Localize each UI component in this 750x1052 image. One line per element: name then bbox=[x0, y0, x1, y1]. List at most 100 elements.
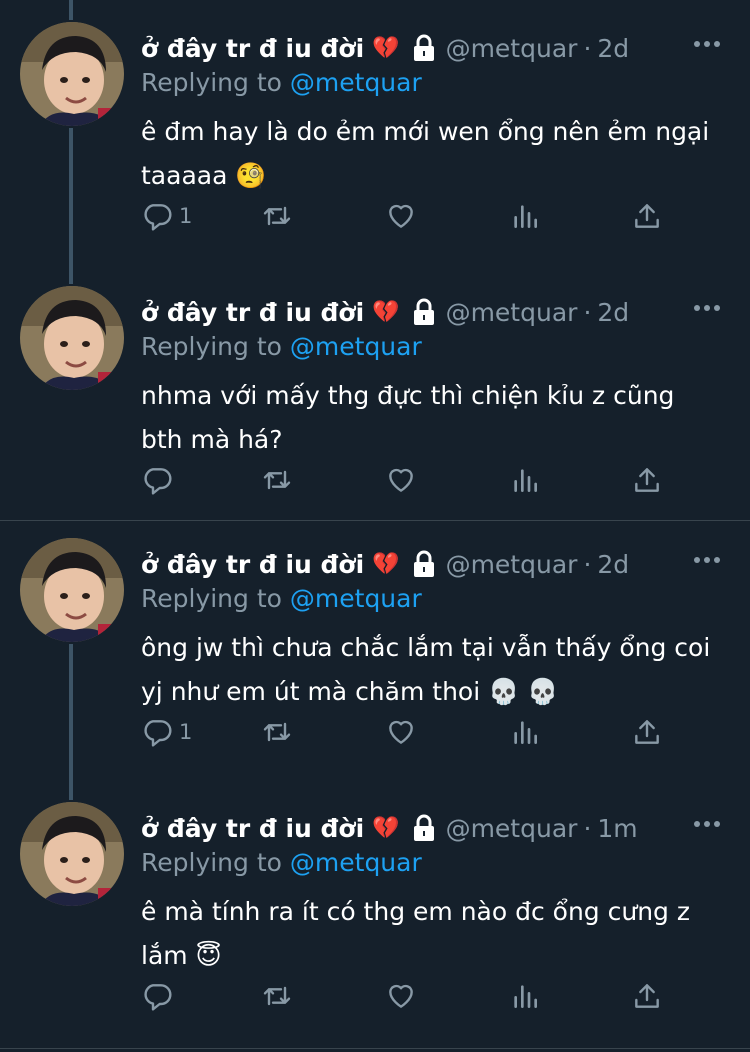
more-options-icon[interactable] bbox=[692, 550, 722, 570]
avatar-image bbox=[20, 286, 124, 390]
tweet-header: ở đây tr đ iu đời 💔 @metquar · 1m bbox=[141, 810, 638, 846]
username[interactable]: @metquar bbox=[446, 814, 578, 843]
retweet-icon bbox=[263, 722, 291, 742]
analytics-button[interactable] bbox=[509, 976, 541, 1016]
like-button[interactable] bbox=[385, 712, 417, 752]
action-bar bbox=[141, 976, 681, 1016]
analytics-button[interactable] bbox=[509, 196, 541, 236]
display-name[interactable]: ở đây tr đ iu đời bbox=[141, 550, 364, 579]
display-name[interactable]: ở đây tr đ iu đời bbox=[141, 34, 364, 63]
more-options-icon[interactable] bbox=[692, 814, 722, 834]
like-button[interactable] bbox=[385, 196, 417, 236]
broken-heart-emoji: 💔 bbox=[372, 551, 400, 577]
retweet-button[interactable] bbox=[261, 196, 293, 236]
analytics-icon bbox=[514, 469, 537, 492]
analytics-icon bbox=[514, 205, 537, 228]
reply-button[interactable] bbox=[141, 976, 179, 1016]
retweet-button[interactable] bbox=[261, 976, 293, 1016]
separator: · bbox=[583, 549, 592, 579]
separator: · bbox=[583, 297, 592, 327]
tweet-header: ở đây tr đ iu đời 💔 @metquar · 2d bbox=[141, 30, 629, 66]
analytics-button[interactable] bbox=[509, 712, 541, 752]
share-icon bbox=[635, 204, 659, 228]
tweet-text: ê mà tính ra ít có thg em nào đc ổng cưn… bbox=[141, 897, 690, 970]
broken-heart-emoji: 💔 bbox=[372, 815, 400, 841]
lock-icon bbox=[412, 34, 436, 62]
avatar[interactable] bbox=[20, 22, 124, 126]
avatar[interactable] bbox=[20, 538, 124, 642]
reply-button[interactable]: 1 bbox=[141, 712, 192, 752]
retweet-icon bbox=[263, 470, 291, 490]
analytics-icon bbox=[514, 721, 537, 744]
timestamp[interactable]: 2d bbox=[597, 34, 629, 63]
replying-to: Replying to @metquar bbox=[141, 584, 422, 613]
tweet-header: ở đây tr đ iu đời 💔 @metquar · 2d bbox=[141, 294, 629, 330]
avatar[interactable] bbox=[20, 286, 124, 390]
tweet-header: ở đây tr đ iu đời 💔 @metquar · 2d bbox=[141, 546, 629, 582]
avatar-image bbox=[20, 802, 124, 906]
replying-to-label: Replying to bbox=[141, 332, 282, 361]
replying-to-label: Replying to bbox=[141, 68, 282, 97]
avatar[interactable] bbox=[20, 802, 124, 906]
replying-to-label: Replying to bbox=[141, 848, 282, 877]
retweet-button[interactable] bbox=[261, 460, 293, 500]
username[interactable]: @metquar bbox=[446, 298, 578, 327]
action-bar bbox=[141, 460, 681, 500]
reply-icon bbox=[144, 204, 172, 231]
heart-icon bbox=[389, 468, 413, 492]
replying-to: Replying to @metquar bbox=[141, 332, 422, 361]
timestamp[interactable]: 2d bbox=[597, 298, 629, 327]
action-bar: 1 bbox=[141, 712, 681, 752]
reply-count: 1 bbox=[179, 204, 193, 228]
mention-link[interactable]: @metquar bbox=[290, 68, 422, 97]
timestamp[interactable]: 1m bbox=[597, 814, 637, 843]
retweet-icon bbox=[263, 206, 291, 226]
reply-button[interactable] bbox=[141, 460, 179, 500]
heart-icon bbox=[389, 984, 413, 1008]
replying-to: Replying to @metquar bbox=[141, 68, 422, 97]
reply-icon bbox=[144, 468, 172, 495]
share-button[interactable] bbox=[631, 196, 663, 236]
heart-icon bbox=[389, 720, 413, 744]
display-name[interactable]: ở đây tr đ iu đời bbox=[141, 814, 364, 843]
mention-link[interactable]: @metquar bbox=[290, 332, 422, 361]
share-button[interactable] bbox=[631, 712, 663, 752]
analytics-icon bbox=[514, 985, 537, 1008]
retweet-icon bbox=[263, 986, 291, 1006]
more-options-icon[interactable] bbox=[692, 34, 722, 54]
separator: · bbox=[583, 33, 592, 63]
display-name[interactable]: ở đây tr đ iu đời bbox=[141, 298, 364, 327]
more-options-icon[interactable] bbox=[692, 298, 722, 318]
username[interactable]: @metquar bbox=[446, 550, 578, 579]
tweet-text: ê đm hay là do ẻm mới wen ổng nên ẻm ngạ… bbox=[141, 117, 710, 190]
broken-heart-emoji: 💔 bbox=[372, 299, 400, 325]
tweet[interactable]: ở đây tr đ iu đời 💔 @metquar · 2d Replyi… bbox=[0, 0, 750, 264]
mention-link[interactable]: @metquar bbox=[290, 584, 422, 613]
share-icon bbox=[635, 720, 659, 744]
analytics-button[interactable] bbox=[509, 460, 541, 500]
divider bbox=[0, 1048, 750, 1049]
share-button[interactable] bbox=[631, 460, 663, 500]
like-button[interactable] bbox=[385, 976, 417, 1016]
tweet[interactable]: ở đây tr đ iu đời 💔 @metquar · 2d Replyi… bbox=[0, 516, 750, 780]
like-button[interactable] bbox=[385, 460, 417, 500]
mention-link[interactable]: @metquar bbox=[290, 848, 422, 877]
avatar-image bbox=[20, 22, 124, 126]
retweet-button[interactable] bbox=[261, 712, 293, 752]
lock-icon bbox=[412, 550, 436, 578]
reply-icon bbox=[144, 984, 172, 1011]
avatar-image bbox=[20, 538, 124, 642]
reply-button[interactable]: 1 bbox=[141, 196, 192, 236]
tweet-text: nhma với mấy thg đực thì chiện kỉu z cũn… bbox=[141, 381, 675, 454]
share-button[interactable] bbox=[631, 976, 663, 1016]
tweet[interactable]: ở đây tr đ iu đời 💔 @metquar · 2d Replyi… bbox=[0, 264, 750, 520]
replying-to-label: Replying to bbox=[141, 584, 282, 613]
timestamp[interactable]: 2d bbox=[597, 550, 629, 579]
share-icon bbox=[635, 468, 659, 492]
broken-heart-emoji: 💔 bbox=[372, 35, 400, 61]
tweet[interactable]: ở đây tr đ iu đời 💔 @metquar · 1m Replyi… bbox=[0, 780, 750, 1052]
lock-icon bbox=[412, 814, 436, 842]
replying-to: Replying to @metquar bbox=[141, 848, 422, 877]
lock-icon bbox=[412, 298, 436, 326]
username[interactable]: @metquar bbox=[446, 34, 578, 63]
